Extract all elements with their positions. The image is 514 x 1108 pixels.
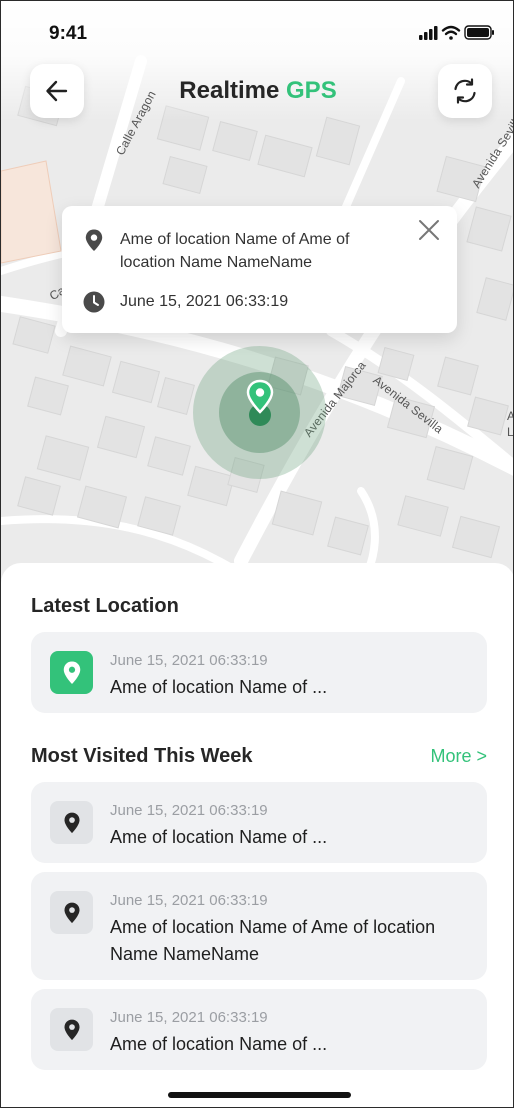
street-label-partial: L <box>507 425 514 439</box>
visited-name: Ame of location Name of ... <box>110 827 328 847</box>
location-pin-icon <box>64 1019 79 1040</box>
signal-icon <box>419 26 438 40</box>
most-visited-title: Most Visited This Week <box>31 745 253 767</box>
phone-screen: Calle Aragon Avenida Majorca Avenida Sev… <box>0 0 514 1108</box>
battery-icon <box>464 25 494 40</box>
visited-card-3[interactable]: June 15, 2021 06:33:19 Ame of location N… <box>31 989 487 1070</box>
visited-tile <box>50 1008 93 1051</box>
visited-date: June 15, 2021 06:33:19 <box>110 1009 268 1026</box>
latest-location-date: June 15, 2021 06:33:19 <box>110 652 268 669</box>
close-icon[interactable] <box>417 218 441 242</box>
current-location-pin-icon[interactable] <box>243 379 277 427</box>
home-indicator[interactable] <box>168 1092 351 1098</box>
latest-location-card[interactable]: June 15, 2021 06:33:19 Ame of location N… <box>31 632 487 713</box>
status-icons <box>419 25 494 40</box>
visited-card-2[interactable]: June 15, 2021 06:33:19 Ame of location N… <box>31 872 487 980</box>
visited-tile <box>50 801 93 844</box>
bottom-sheet: Latest Location June 15, 2021 06:33:19 A… <box>1 563 513 1107</box>
visited-date: June 15, 2021 06:33:19 <box>110 802 268 819</box>
visited-card-1[interactable]: June 15, 2021 06:33:19 Ame of location N… <box>31 782 487 863</box>
visited-name: Ame of location Name of Ame of location … <box>110 917 436 964</box>
visited-name: Ame of location Name of ... <box>110 1034 328 1054</box>
latest-location-title: Latest Location <box>31 595 179 617</box>
visited-date: June 15, 2021 06:33:19 <box>110 892 268 909</box>
popup-location-row: Ame of location Name of Ame of location … <box>82 228 390 274</box>
popup-timestamp: June 15, 2021 06:33:19 <box>120 293 289 310</box>
page-title-main: Realtime <box>179 77 280 104</box>
location-popup: Ame of location Name of Ame of location … <box>62 206 457 333</box>
popup-time-row: June 15, 2021 06:33:19 <box>82 290 390 314</box>
street-label-partial: A <box>507 409 513 423</box>
location-pin-icon <box>85 229 103 251</box>
refresh-button[interactable] <box>438 64 492 118</box>
page-title-accent: GPS <box>286 77 337 104</box>
popup-location-text: Ame of location Name of Ame of location … <box>120 231 350 271</box>
latest-location-tile <box>50 651 93 694</box>
clock-icon <box>83 291 105 313</box>
wifi-icon <box>441 25 461 40</box>
latest-location-name: Ame of location Name of ... <box>110 677 328 697</box>
location-pin-icon <box>64 812 79 833</box>
visited-tile <box>50 891 93 934</box>
more-link[interactable]: More > <box>430 746 487 767</box>
status-bar: 9:41 <box>1 1 513 63</box>
refresh-icon <box>454 78 476 104</box>
location-pin-icon <box>64 902 79 923</box>
status-time: 9:41 <box>49 23 88 44</box>
location-pin-icon <box>63 661 80 684</box>
